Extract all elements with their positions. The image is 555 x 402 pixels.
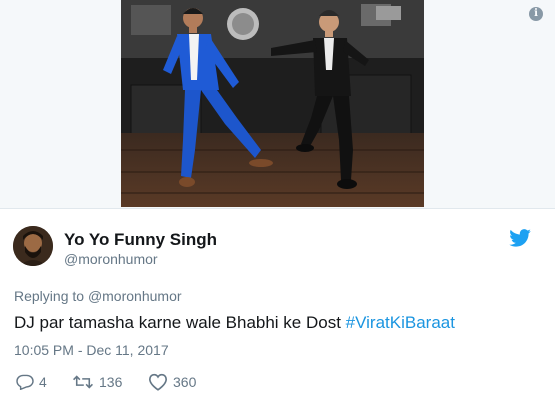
like-button[interactable]: 360 xyxy=(148,372,196,392)
retweet-count: 136 xyxy=(99,374,123,390)
display-name[interactable]: Yo Yo Funny Singh xyxy=(64,230,217,250)
info-icon[interactable]: i xyxy=(529,7,543,21)
media-panel: i xyxy=(0,0,555,209)
timestamp[interactable]: 10:05 PM - Dec 11, 2017 xyxy=(14,342,169,358)
tweet-text: DJ par tamasha karne wale Bhabhi ke Dost… xyxy=(14,313,455,333)
heart-icon xyxy=(148,373,168,391)
hashtag-link[interactable]: #ViratKiBaraat xyxy=(346,313,455,332)
retweet-icon xyxy=(73,375,93,389)
replying-prefix: Replying to xyxy=(14,288,88,304)
tweet-card: Yo Yo Funny Singh @moronhumor Replying t… xyxy=(0,209,555,402)
tweet-body: DJ par tamasha karne wale Bhabhi ke Dost xyxy=(14,313,346,332)
avatar[interactable] xyxy=(13,226,53,266)
tweet-photo[interactable] xyxy=(121,0,424,207)
twitter-bird-icon[interactable] xyxy=(509,229,531,247)
like-count: 360 xyxy=(173,374,197,390)
reply-icon xyxy=(16,374,34,390)
replying-to: Replying to @moronhumor xyxy=(14,288,182,304)
reply-button[interactable]: 4 xyxy=(16,372,47,392)
retweet-button[interactable]: 136 xyxy=(72,372,122,392)
reply-count: 4 xyxy=(39,374,47,390)
replying-to-handle[interactable]: @moronhumor xyxy=(88,288,182,304)
user-handle[interactable]: @moronhumor xyxy=(64,251,158,267)
